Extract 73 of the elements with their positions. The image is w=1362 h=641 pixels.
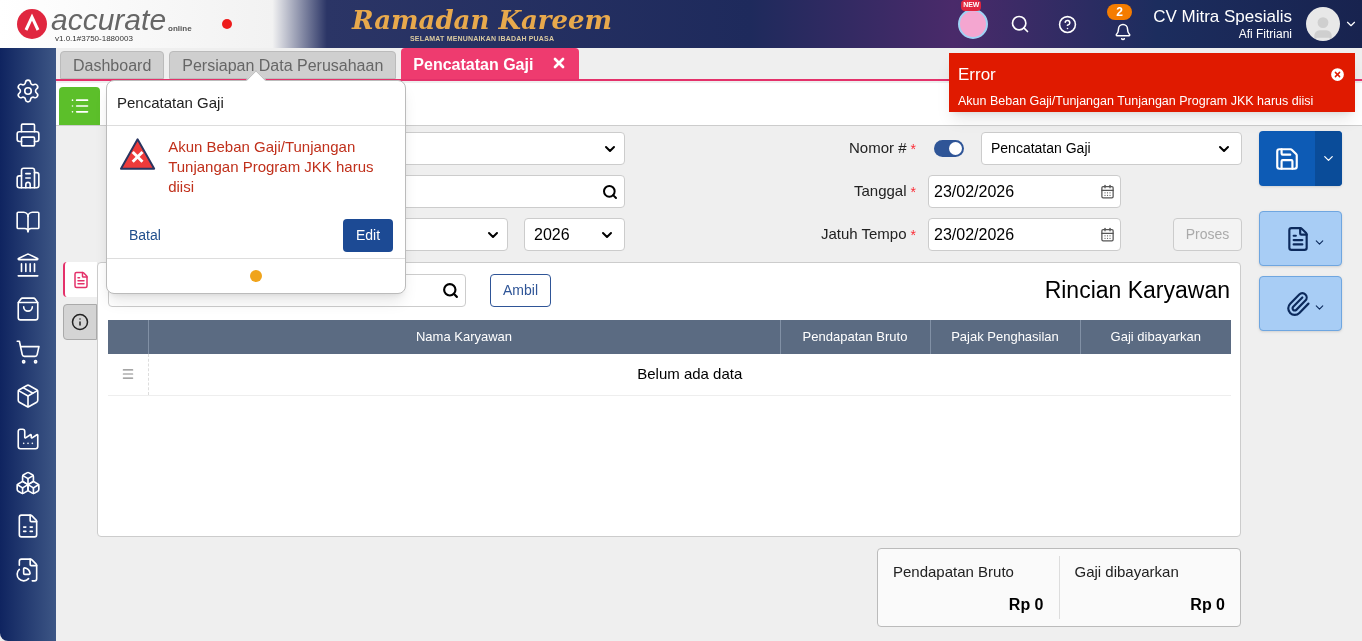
logo-text: accurate — [51, 5, 167, 35]
field-label: Nomor # — [849, 138, 907, 159]
tab[interactable]: Persiapan Data Perusahaan — [169, 51, 397, 79]
factory-icon[interactable] — [15, 426, 41, 452]
search-icon — [442, 281, 459, 299]
cart-icon[interactable] — [15, 339, 41, 365]
user-name: Afi Fitriani — [1238, 27, 1292, 43]
search-icon — [602, 183, 618, 200]
notification-count: 2 — [1107, 4, 1132, 20]
package-icon[interactable] — [15, 382, 41, 409]
side-tab[interactable] — [63, 304, 97, 340]
side-tab[interactable] — [63, 262, 97, 297]
printer-icon[interactable] — [15, 121, 41, 148]
save-icon — [1274, 145, 1300, 172]
required-mark: * — [910, 182, 916, 202]
banner-title: Ramadan Kareem — [352, 6, 613, 33]
save-button[interactable] — [1259, 131, 1342, 186]
user-avatar[interactable] — [1306, 7, 1340, 41]
logo-icon — [17, 9, 47, 39]
toggle-switch[interactable] — [934, 140, 964, 157]
calendar-icon — [1100, 184, 1115, 199]
close-icon[interactable] — [1329, 66, 1346, 84]
edit-button[interactable]: Edit — [343, 219, 393, 252]
field-label: Jatuh Tempo — [820, 224, 907, 245]
warning-icon — [119, 137, 157, 171]
field-label: Tanggal — [854, 181, 907, 202]
bank-icon[interactable] — [15, 252, 41, 278]
logo-subtext: online — [168, 25, 192, 33]
column-header: Pajak Penghasilan — [930, 320, 1080, 354]
bell-icon[interactable] — [1114, 23, 1133, 41]
select-field[interactable]: 2026 — [524, 218, 625, 251]
column-header: Nama Karyawan — [148, 320, 780, 354]
select-field[interactable]: Pencatatan Gaji — [981, 132, 1242, 165]
cancel-link[interactable]: Batal — [129, 225, 161, 246]
calendar-icon — [1100, 227, 1115, 242]
popover-message: Akun Beban Gaji/Tunjangan Tunjangan Program JKK harus diisi — [168, 137, 375, 197]
column-header: Pendapatan Bruto — [780, 320, 930, 354]
company-name: CV Mitra Spesialis — [1153, 5, 1292, 28]
tab[interactable]: Dashboard — [60, 51, 165, 79]
summary-value: Rp 0 — [1190, 594, 1225, 615]
required-mark: * — [910, 225, 916, 245]
book-icon[interactable] — [15, 208, 41, 235]
date-field[interactable]: 23/02/2026 — [928, 175, 1121, 208]
empty-message: Belum ada data — [148, 354, 1231, 395]
required-mark: * — [910, 139, 916, 159]
summary-label: Pendapatan Bruto — [893, 562, 1015, 582]
document-button[interactable] — [1259, 211, 1342, 266]
settings-icon[interactable] — [15, 78, 41, 104]
summary-value: Rp 0 — [1008, 594, 1044, 615]
header-cell — [108, 320, 148, 354]
document-icon — [1285, 225, 1311, 252]
fetch-button[interactable]: Ambil — [490, 273, 551, 307]
toast-title: Error — [958, 64, 996, 86]
toast-message: Akun Beban Gaji/Tunjangan Tunjangan Program JKK harus diisi — [958, 92, 1315, 110]
list-icon — [69, 96, 90, 116]
document-icon — [72, 270, 90, 289]
column-header: Gaji dibayarkan — [1080, 320, 1231, 354]
assistant-avatar-icon[interactable] — [958, 9, 989, 39]
attachment-button[interactable] — [1259, 276, 1342, 331]
summary-label: Gaji dibayarkan — [1074, 562, 1180, 582]
bag-icon[interactable] — [15, 295, 41, 322]
help-icon[interactable] — [1058, 14, 1078, 34]
drag-handle-icon[interactable] — [120, 367, 135, 382]
panel-title: Rincian Karyawan — [1044, 275, 1230, 305]
paperclip-icon — [1285, 290, 1311, 317]
building-icon[interactable] — [15, 165, 41, 191]
boxes-icon[interactable] — [15, 469, 41, 496]
tab[interactable]: Pencatatan Gaji — [401, 48, 580, 79]
info-icon — [71, 313, 89, 331]
search-icon[interactable] — [1010, 14, 1031, 34]
version-text: v1.0.1#3750-1880003 — [55, 35, 134, 43]
popover-title: Pencatatan Gaji — [117, 92, 224, 113]
date-field[interactable]: 23/02/2026 — [928, 218, 1121, 251]
